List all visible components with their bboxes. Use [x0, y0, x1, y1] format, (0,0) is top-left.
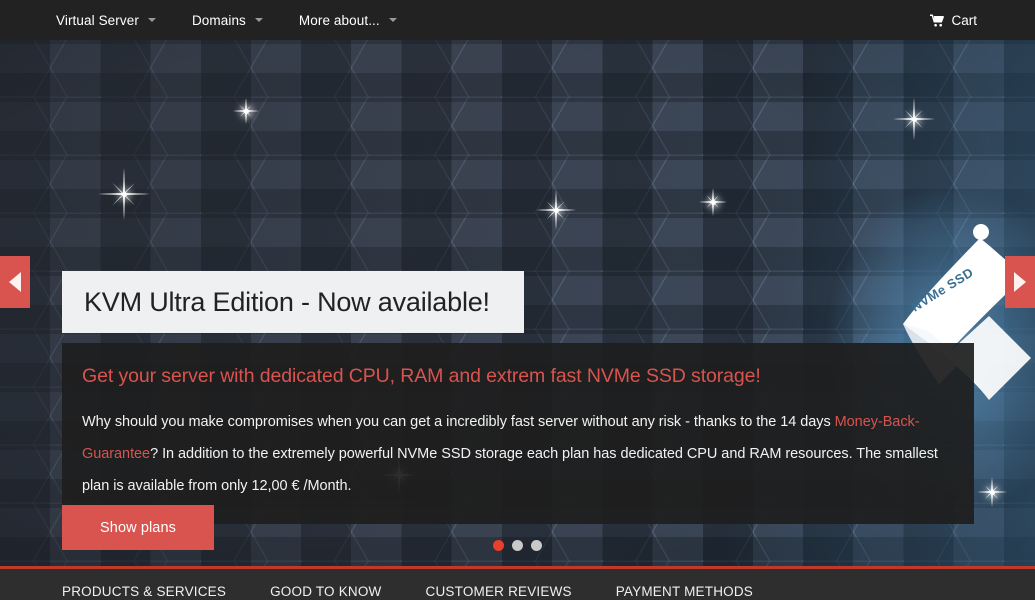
slide-subtitle: Get your server with dedicated CPU, RAM … [82, 365, 761, 387]
footer-heading-payment-methods[interactable]: PAYMENT METHODS [616, 584, 753, 600]
slide-body-part-2: ? In addition to the extremely powerful … [82, 446, 938, 494]
chevron-down-icon [147, 18, 156, 22]
hero-slider: NVMe SSD KVM Ultra Edition - Now availab… [0, 40, 1035, 566]
slider-dot-2[interactable] [512, 540, 523, 551]
footer-heading-customer-reviews[interactable]: CUSTOMER REVIEWS [426, 584, 572, 600]
chevron-down-icon [388, 18, 397, 22]
slider-pagination [0, 540, 1035, 551]
footer-heading-products-services[interactable]: PRODUCTS & SERVICES [62, 584, 226, 600]
nav-item-virtual-server[interactable]: Virtual Server [56, 13, 170, 28]
slider-next-button[interactable] [1005, 256, 1035, 308]
shopping-cart-icon [930, 13, 945, 29]
slide-text-panel: Get your server with dedicated CPU, RAM … [62, 343, 974, 524]
nav-item-more-about[interactable]: More about... [299, 13, 411, 28]
top-navbar: Virtual Server Domains More about... Car… [0, 0, 1035, 40]
page-root: Virtual Server Domains More about... Car… [0, 0, 1035, 600]
slider-dot-3[interactable] [531, 540, 542, 551]
nav-item-label: More about... [298, 12, 380, 28]
cart-button[interactable]: Cart [930, 13, 977, 28]
chevron-right-icon [1014, 272, 1026, 292]
chevron-down-icon [254, 18, 263, 22]
footer-heading-good-to-know[interactable]: GOOD TO KNOW [270, 584, 381, 600]
slide-body: Why should you make compromises when you… [82, 406, 950, 502]
slider-prev-button[interactable] [0, 256, 30, 308]
cart-label: Cart [951, 12, 977, 28]
slider-dot-1[interactable] [493, 540, 504, 551]
primary-nav: Virtual Server Domains More about... [56, 13, 433, 28]
nav-item-label: Domains [191, 12, 246, 28]
nav-item-domains[interactable]: Domains [192, 13, 277, 28]
slide-body-part-1: Why should you make compromises when you… [82, 414, 835, 430]
slide-title: KVM Ultra Edition - Now available! [62, 271, 524, 333]
nav-item-label: Virtual Server [56, 12, 139, 28]
footer-nav: PRODUCTS & SERVICES GOOD TO KNOW CUSTOME… [0, 569, 1035, 600]
chevron-left-icon [9, 272, 21, 292]
